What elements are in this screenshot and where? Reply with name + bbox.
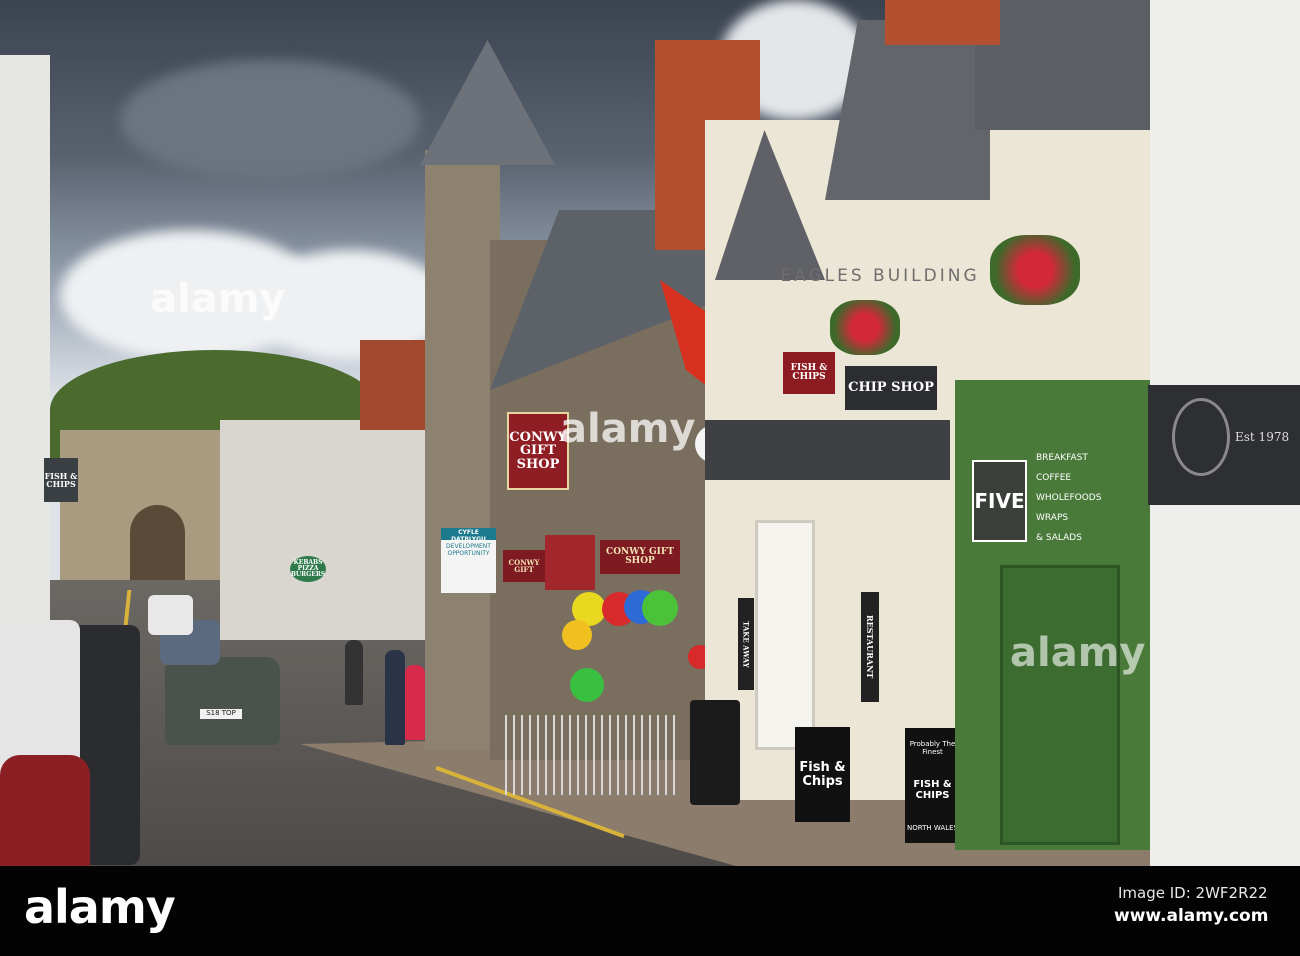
watermark-right: alamy [1010, 630, 1146, 676]
car [148, 595, 193, 635]
take-away-sign: TAKE AWAY [738, 598, 754, 690]
tower-spire [420, 40, 555, 165]
cloud [120, 60, 420, 180]
shop-door [755, 520, 815, 750]
est-text: Est 1978 [1235, 430, 1290, 444]
ball [570, 668, 604, 702]
kebabs-sign: KEBABS PIZZA BURGERS [290, 556, 326, 582]
watermark-center: alamy [560, 406, 696, 452]
street-photo: FISH & CHIPS KEBABS PIZZA BURGERS CONWY … [0, 0, 1300, 866]
ball [562, 620, 592, 650]
display-racks [505, 715, 675, 795]
wall-arch [130, 505, 185, 590]
menu-item: COFFEE [1036, 473, 1072, 483]
alamy-logo: alamy [24, 880, 176, 934]
fish-chips-hanging-sign: FISH & CHIPS [783, 352, 835, 394]
site-url: www.alamy.com [1114, 906, 1269, 926]
left-building [0, 55, 50, 655]
chip-shop-sign: CHIP SHOP [845, 366, 937, 410]
chimney [885, 0, 1000, 45]
dormer-roof [975, 0, 1155, 130]
building-name: EAGLES BUILDING [780, 266, 980, 287]
chimney-building [360, 340, 430, 430]
board-text: Probably The Finest [909, 739, 956, 756]
cyfle-sub-text: DEVELOPMENT OPPORTUNITY [446, 543, 491, 557]
litter-bin [690, 700, 740, 805]
image-id: Image ID: 2WF2R22 [1118, 884, 1268, 902]
left-fish-sign: FISH & CHIPS [44, 458, 78, 502]
football [642, 590, 678, 626]
fish-chips-board: Fish & Chips [795, 727, 850, 822]
pedestrian [405, 665, 425, 740]
terrace-houses [220, 420, 450, 640]
finest-fish-board: Probably The Finest FISH & CHIPS NORTH W… [905, 728, 960, 843]
gift-shop-fascia: CONWY GIFT SHOP [600, 540, 680, 574]
development-sign: CYFLE DATBLYGU DEVELOPMENT OPPORTUNITY [441, 528, 496, 593]
flower-box [830, 300, 900, 355]
shop-fascia [705, 420, 950, 480]
car: S18 TOP [165, 657, 280, 745]
five-menu: BREAKFAST COFFEE WHOLEFOODS WRAPS & SALA… [1036, 448, 1101, 548]
celtic-knot-logo [1172, 398, 1230, 476]
pedestrian [345, 640, 363, 705]
red-car [0, 755, 90, 866]
menu-item: WHOLEFOODS [1036, 493, 1102, 503]
watermark-left: alamy [150, 276, 286, 322]
five-doors [1000, 565, 1120, 845]
awning [545, 535, 595, 590]
footer-bar: alamy Image ID: 2WF2R22 www.alamy.com [0, 866, 1300, 956]
board-text: NORTH WALES [907, 823, 958, 832]
license-plate: S18 TOP [200, 709, 242, 719]
stone-tower [425, 150, 500, 750]
pedestrian [385, 650, 405, 745]
restaurant-sign: RESTAURANT [861, 592, 879, 702]
five-logo: FIVE [972, 460, 1027, 542]
menu-item: & SALADS [1036, 533, 1082, 543]
flower-box [990, 235, 1080, 305]
board-text: FISH & CHIPS [913, 778, 952, 801]
gift-shop-small-sign: CONWY GIFT [503, 550, 545, 582]
menu-item: BREAKFAST [1036, 453, 1088, 463]
cyfle-text: CYFLE DATBLYGU [451, 529, 486, 543]
menu-item: WRAPS [1036, 513, 1069, 523]
